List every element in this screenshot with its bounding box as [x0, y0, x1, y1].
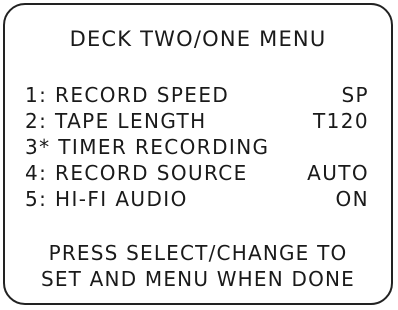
- menu-item-value: SP: [341, 83, 369, 107]
- menu-item-label: HI-FI AUDIO: [55, 187, 188, 211]
- menu-item-label: TIMER RECORDING: [58, 135, 270, 159]
- menu-item-value: ON: [335, 187, 369, 211]
- menu-title: DECK TWO/ONE MENU: [69, 27, 327, 51]
- menu-item-label: RECORD SPEED: [55, 83, 230, 107]
- menu-item-number: 1:: [25, 83, 48, 107]
- menu-item-number: 4:: [25, 161, 48, 185]
- osd-menu-screen: DECK TWO/ONE MENU 1: RECORD SPEED SP 2: …: [3, 3, 393, 305]
- instruction-line-2: SET AND MENU WHEN DONE: [40, 267, 356, 291]
- menu-item-hi-fi-audio[interactable]: 5: HI-FI AUDIO ON: [25, 187, 369, 213]
- menu-item-tape-length[interactable]: 2: TAPE LENGTH T120: [25, 109, 369, 135]
- menu-item-timer-recording[interactable]: 3* TIMER RECORDING: [25, 135, 369, 161]
- menu-item-record-speed[interactable]: 1: RECORD SPEED SP: [25, 83, 369, 109]
- menu-item-label: RECORD SOURCE: [55, 161, 248, 185]
- instruction-line-1: PRESS SELECT/CHANGE TO: [48, 241, 348, 265]
- menu-item-value: AUTO: [307, 161, 369, 185]
- menu-item-number: 5:: [25, 187, 48, 211]
- menu-item-value: T120: [313, 109, 369, 133]
- menu-item-number: 3*: [25, 135, 51, 159]
- menu-item-number: 2:: [25, 109, 48, 133]
- menu-item-label: TAPE LENGTH: [55, 109, 207, 133]
- menu-item-record-source[interactable]: 4: RECORD SOURCE AUTO: [25, 161, 369, 187]
